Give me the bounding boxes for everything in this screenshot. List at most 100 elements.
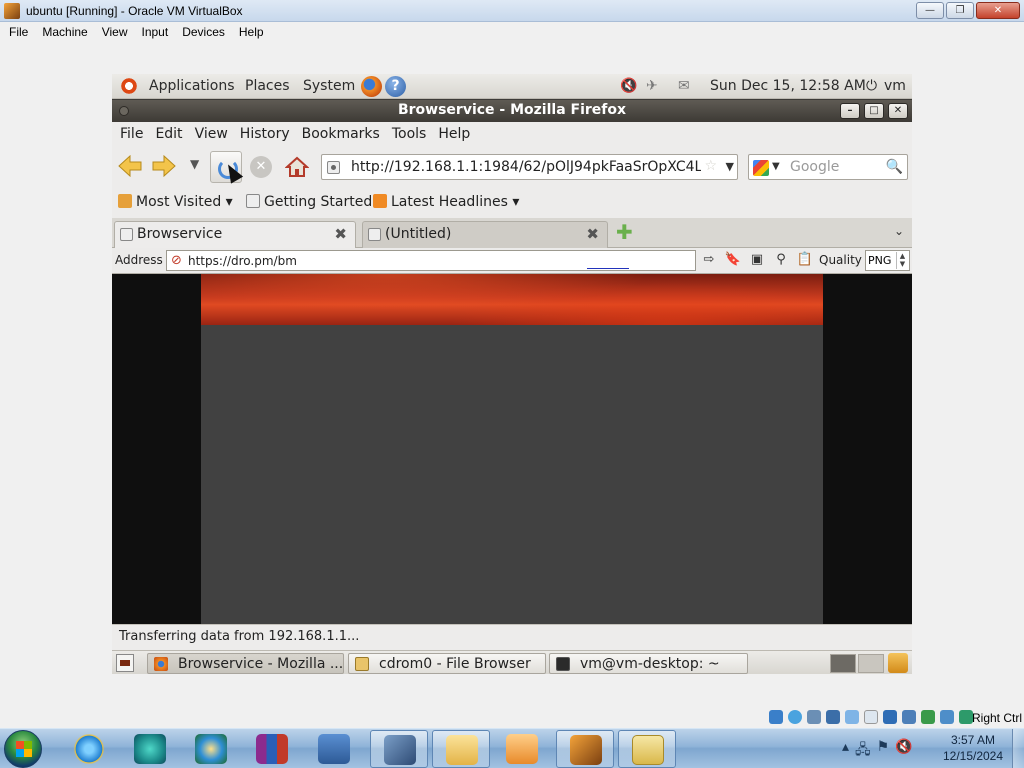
- close-button[interactable]: ✕: [976, 2, 1020, 19]
- go-icon[interactable]: ⇨: [700, 252, 718, 267]
- taskbar-network-app[interactable]: [182, 730, 240, 768]
- usb-icon[interactable]: [845, 710, 859, 724]
- network-tray-icon[interactable]: 🖧: [855, 739, 871, 763]
- maximize-button[interactable]: ❐: [946, 2, 974, 19]
- clipboard-icon[interactable]: 📋: [796, 252, 814, 267]
- ff-maximize-button[interactable]: □: [864, 103, 884, 119]
- tab-browservice[interactable]: Browservice ✖: [114, 221, 356, 248]
- mouse-integration-icon[interactable]: [940, 710, 954, 724]
- menu-devices[interactable]: Devices: [175, 22, 232, 42]
- url-bar[interactable]: http://192.168.1.1:1984/62/pOlJ94pkFaaSr…: [321, 154, 738, 180]
- tab-untitled[interactable]: (Untitled) ✖: [362, 221, 608, 248]
- start-button-icon[interactable]: [4, 730, 42, 768]
- taskbar-item-terminal[interactable]: vm@vm-desktop: ~: [549, 653, 748, 674]
- taskbar-item-file-browser[interactable]: cdrom0 - File Browser: [348, 653, 546, 674]
- menu-view[interactable]: View: [95, 22, 135, 42]
- display-icon[interactable]: [883, 710, 897, 724]
- taskbar-winrar[interactable]: [243, 730, 301, 768]
- back-button-icon[interactable]: [118, 155, 142, 177]
- audio-icon[interactable]: [807, 710, 821, 724]
- bookmark-star-icon[interactable]: ☆: [704, 158, 717, 174]
- virtualization-icon[interactable]: [921, 710, 935, 724]
- insecure-icon[interactable]: ⊘: [171, 253, 182, 268]
- keyboard-icon[interactable]: [959, 710, 973, 724]
- spinner-icon[interactable]: ▲ ▼: [896, 252, 908, 269]
- bookmark-most-visited[interactable]: Most Visited ▾: [118, 194, 233, 210]
- firefox-launcher-icon[interactable]: [361, 76, 382, 97]
- workspace-2[interactable]: [858, 654, 884, 673]
- menu-input[interactable]: Input: [135, 22, 176, 42]
- recording-icon[interactable]: [902, 710, 916, 724]
- minimize-button[interactable]: —: [916, 2, 944, 19]
- show-desktop-button[interactable]: [1012, 729, 1024, 768]
- power-icon[interactable]: ⏻: [866, 78, 877, 94]
- tab-label: Browservice: [137, 226, 223, 242]
- ff-menu-bookmarks[interactable]: Bookmarks: [296, 126, 386, 142]
- hdd-icon[interactable]: [769, 710, 783, 724]
- action-center-icon[interactable]: ⚑: [877, 739, 890, 763]
- ff-menu-file[interactable]: File: [114, 126, 149, 142]
- quality-select[interactable]: PNG ▲ ▼: [865, 250, 910, 271]
- user-menu[interactable]: vm: [884, 78, 906, 94]
- menu-machine[interactable]: Machine: [35, 22, 94, 42]
- ff-minimize-button[interactable]: –: [840, 103, 860, 119]
- page-content[interactable]: [112, 274, 912, 624]
- engine-dropdown-icon[interactable]: ▼: [772, 161, 780, 172]
- ff-menu-help[interactable]: Help: [432, 126, 476, 142]
- ff-menu-view[interactable]: View: [189, 126, 234, 142]
- ff-menu-tools[interactable]: Tools: [386, 126, 433, 142]
- tab-close-icon[interactable]: ✖: [334, 225, 347, 243]
- help-launcher-icon[interactable]: ?: [385, 76, 406, 97]
- tab-list-icon[interactable]: ⌄: [894, 224, 904, 238]
- clock[interactable]: Sun Dec 15, 12:58 AM: [710, 78, 866, 94]
- taskbar-virtualbox-vm[interactable]: [556, 730, 614, 768]
- ff-close-button[interactable]: ✕: [888, 103, 908, 119]
- taskbar-virtualbox[interactable]: [370, 730, 428, 768]
- show-desktop-icon[interactable]: [116, 654, 134, 672]
- tab-close-icon[interactable]: ✖: [586, 225, 599, 243]
- menu-help[interactable]: Help: [232, 22, 271, 42]
- save-icon[interactable]: ▣: [748, 252, 766, 267]
- taskbar-internet-explorer[interactable]: [60, 730, 118, 768]
- bookmark-icon[interactable]: 🔖: [724, 252, 742, 267]
- screen-recorder-icon: [632, 735, 664, 765]
- workspace-1[interactable]: [830, 654, 856, 673]
- network-adapter-icon[interactable]: [826, 710, 840, 724]
- taskbar-recorder[interactable]: [618, 730, 676, 768]
- search-bar[interactable]: ▼ Google 🔍: [748, 154, 908, 180]
- bookmark-getting-started[interactable]: Getting Started: [246, 194, 372, 210]
- find-icon[interactable]: ⚲: [772, 252, 790, 267]
- history-dropdown-icon[interactable]: ▼: [190, 157, 199, 171]
- optical-drive-icon[interactable]: [788, 710, 802, 724]
- ff-menu-history[interactable]: History: [234, 126, 296, 142]
- home-button-icon[interactable]: [285, 155, 309, 179]
- network-icon[interactable]: ✈: [646, 78, 658, 94]
- volume-muted-icon[interactable]: 🔇: [895, 739, 912, 763]
- mail-icon[interactable]: ✉: [678, 78, 690, 94]
- google-engine-icon[interactable]: [753, 160, 769, 176]
- taskbar-media-app[interactable]: [121, 730, 179, 768]
- forward-button-icon[interactable]: [152, 155, 176, 177]
- applications-menu[interactable]: Applications: [149, 78, 235, 94]
- trash-icon[interactable]: [888, 653, 908, 673]
- taskbar-item-firefox[interactable]: Browservice - Mozilla ...: [147, 653, 344, 674]
- address-input[interactable]: ⊘ https://dro.pm/bm: [166, 250, 696, 271]
- system-clock[interactable]: 3:57 AM 12/15/2024: [938, 732, 1008, 764]
- ff-menu-edit[interactable]: Edit: [149, 126, 188, 142]
- bookmark-latest-headlines[interactable]: Latest Headlines ▾: [373, 194, 519, 210]
- taskbar-file-explorer[interactable]: [432, 730, 490, 768]
- remote-page-view[interactable]: [201, 274, 823, 624]
- taskbar-media-player[interactable]: [493, 730, 551, 768]
- stop-button-icon[interactable]: ✕: [250, 156, 272, 178]
- new-tab-icon[interactable]: ✚: [616, 222, 633, 242]
- url-dropdown-icon[interactable]: ▼: [726, 160, 734, 173]
- volume-icon[interactable]: 🔇: [620, 78, 637, 94]
- tray-expand-icon[interactable]: ▴: [842, 739, 849, 763]
- search-icon[interactable]: 🔍: [886, 159, 903, 175]
- places-menu[interactable]: Places: [245, 78, 290, 94]
- menu-file[interactable]: File: [2, 22, 35, 42]
- system-menu[interactable]: System: [303, 78, 355, 94]
- site-identity-icon[interactable]: [327, 161, 340, 174]
- taskbar-remote-app[interactable]: [305, 730, 363, 768]
- shared-folders-icon[interactable]: [864, 710, 878, 724]
